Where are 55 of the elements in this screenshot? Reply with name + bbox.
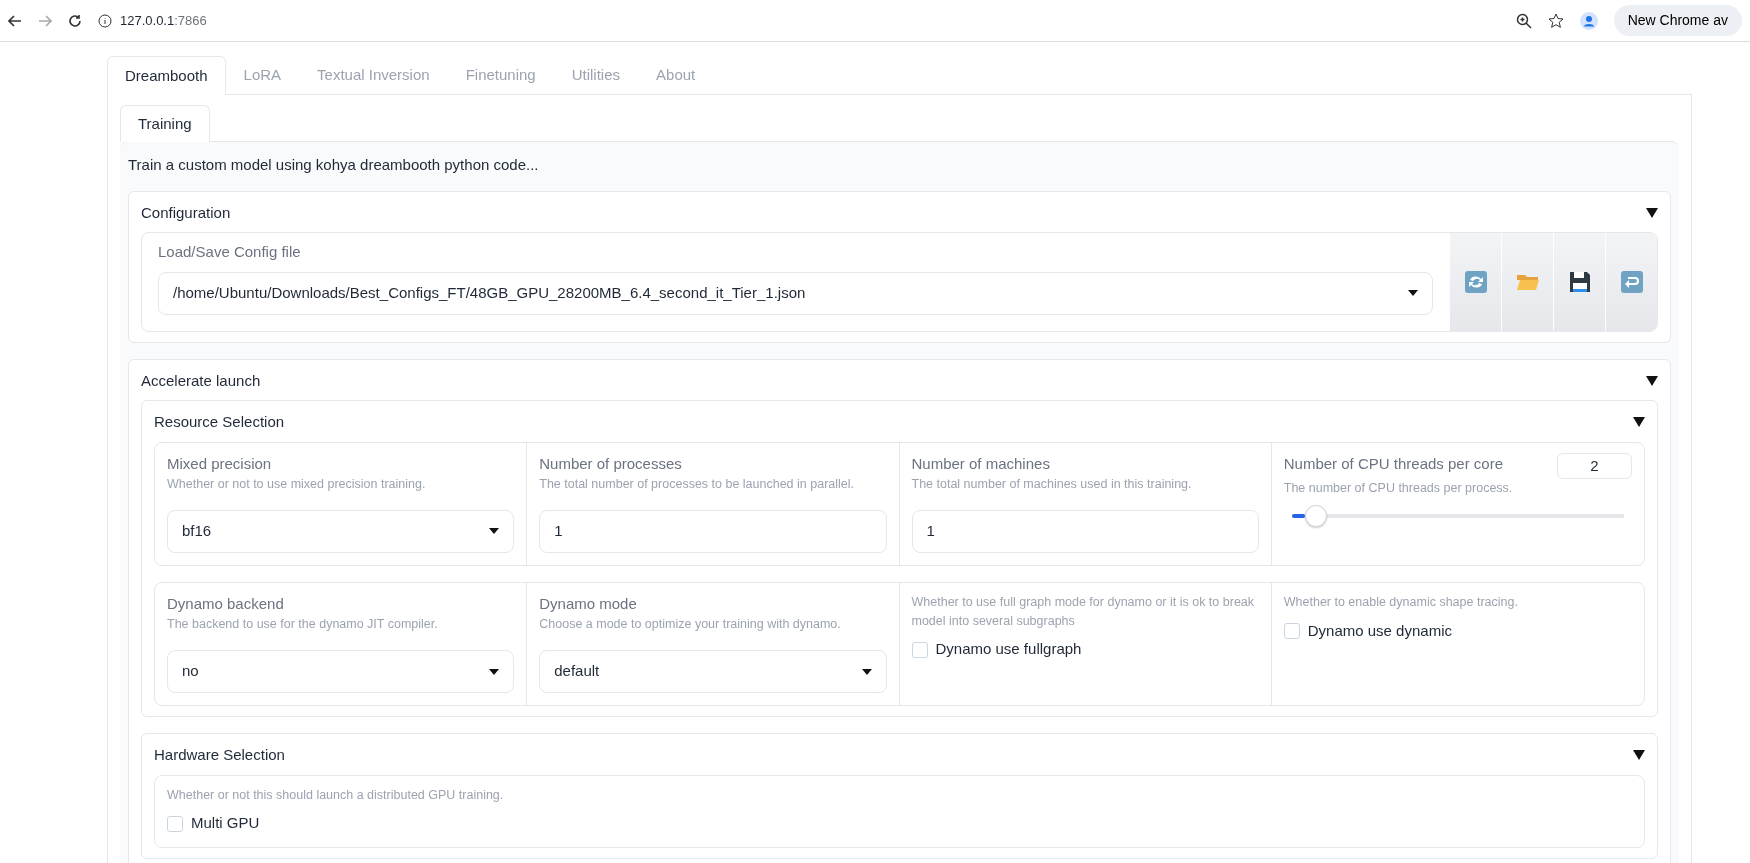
reload-icon[interactable] bbox=[68, 13, 82, 28]
section-title[interactable]: Configuration bbox=[141, 201, 231, 224]
dropdown[interactable]: default bbox=[539, 650, 887, 693]
checkbox[interactable] bbox=[1283, 622, 1300, 639]
dropdown-caret-icon[interactable] bbox=[861, 668, 872, 675]
checkbox[interactable] bbox=[167, 815, 183, 832]
star-icon[interactable] bbox=[1547, 12, 1564, 29]
dropdown-caret-icon[interactable] bbox=[489, 528, 500, 535]
field-label: Load/Save Config file bbox=[158, 242, 302, 262]
number-field[interactable]: 2 bbox=[1557, 452, 1632, 479]
section-title[interactable]: Resource Selection bbox=[154, 411, 285, 434]
config-file-dropdown[interactable]: /home/Ubuntu/Downloads/Best_Configs_FT/48GB_GPU_28200MB_6.4_second_it_Tier_1.json bbox=[158, 271, 1433, 315]
help-text: The total number of machines used in this training. bbox=[911, 476, 1193, 493]
icon-button[interactable] bbox=[1553, 233, 1605, 331]
section-title[interactable]: Hardware Selection bbox=[154, 744, 285, 767]
checkbox-label[interactable]: Dynamo use fullgraph bbox=[935, 638, 1082, 661]
field-label: Number of machines bbox=[911, 453, 1051, 474]
tab[interactable]: Dreambooth bbox=[107, 56, 226, 95]
help-text: The total number of processes to be launched in parallel. bbox=[539, 476, 856, 493]
checkbox[interactable] bbox=[911, 641, 928, 658]
help-text: Whether or not this should launch a distributed GPU training. bbox=[167, 786, 505, 804]
description-text: Train a custom model using kohya dreambooth python code... bbox=[128, 155, 540, 175]
tab[interactable]: Training bbox=[120, 104, 210, 142]
caret-down-icon[interactable] bbox=[1633, 750, 1645, 761]
caret-down-icon[interactable] bbox=[1633, 417, 1645, 428]
help-text: Whether to use full graph mode for dynamo or it is ok to break model into several subgraphs bbox=[911, 593, 1256, 630]
zoom-icon[interactable] bbox=[1515, 12, 1532, 29]
refresh-icon bbox=[1463, 269, 1488, 294]
help-text: The number of CPU threads per process. bbox=[1283, 479, 1514, 497]
field-label: Dynamo mode bbox=[539, 593, 638, 614]
back-icon[interactable] bbox=[8, 13, 22, 28]
field-label: Mixed precision bbox=[167, 453, 273, 474]
field-label: Number of CPU threads per core bbox=[1283, 453, 1503, 474]
help-text: The backend to use for the dynamo JIT compiler. bbox=[167, 616, 439, 634]
dropdown[interactable]: bf16 bbox=[167, 509, 515, 553]
caret-down-icon[interactable] bbox=[1646, 207, 1658, 218]
help-text: Choose a mode to optimize your training with dynamo. bbox=[539, 616, 842, 634]
info-icon bbox=[98, 13, 112, 28]
slider-thumb[interactable] bbox=[1305, 505, 1328, 528]
caret-down-icon[interactable] bbox=[1646, 375, 1658, 386]
section-title[interactable]: Accelerate launch bbox=[141, 369, 261, 392]
person-icon[interactable] bbox=[1579, 11, 1598, 30]
help-text: Whether to enable dynamic shape tracing. bbox=[1283, 593, 1519, 611]
number-field[interactable]: 1 bbox=[911, 509, 1259, 553]
field-label: Dynamo backend bbox=[167, 593, 285, 614]
checkbox-label[interactable]: Dynamo use dynamic bbox=[1307, 619, 1452, 642]
dropdown[interactable]: no bbox=[167, 650, 515, 693]
profile-button[interactable]: New Chrome av bbox=[1613, 5, 1742, 36]
field-label: Number of processes bbox=[539, 453, 683, 474]
help-text: Whether or not to use mixed precision training. bbox=[167, 476, 427, 493]
checkbox-label[interactable]: Multi GPU bbox=[191, 812, 260, 835]
dropdown-caret-icon[interactable] bbox=[489, 668, 500, 675]
number-field[interactable]: 1 bbox=[539, 509, 887, 553]
dropdown-caret-icon[interactable] bbox=[1408, 290, 1418, 296]
url-text[interactable]: 127.0.0.1:7866 bbox=[120, 10, 207, 31]
